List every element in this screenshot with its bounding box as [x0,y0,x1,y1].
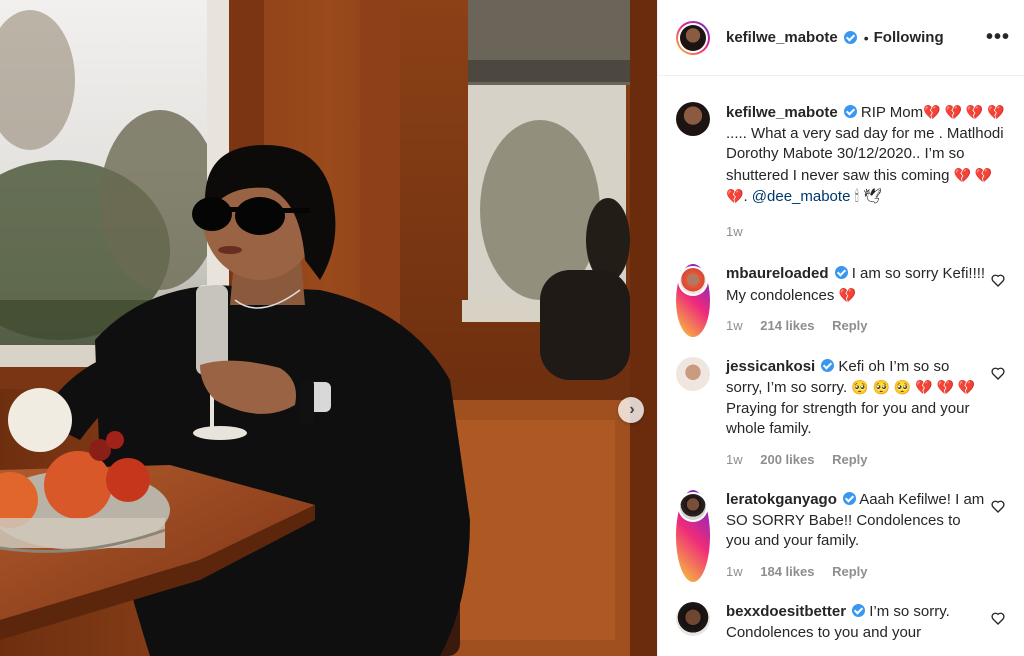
caption: kefilwe_mabote RIP Mom💔 💔 💔 💔 ..... What… [676,76,1006,242]
story-ring[interactable] [676,490,710,582]
more-options-icon[interactable]: ••• [986,26,1010,49]
like-heart-icon[interactable] [990,498,1006,514]
comment-likes[interactable]: 200 likes [760,452,814,467]
like-heart-icon[interactable] [990,272,1006,288]
caption-hearts-1: 💔 💔 💔 [923,104,984,120]
avatar [680,268,706,294]
comment-item: jessicankosi Kefi oh I’m so so sorry, I’… [676,356,1006,471]
story-ring[interactable] [676,264,710,337]
verified-badge-icon [843,31,857,44]
verified-badge-icon [852,604,866,617]
like-heart-icon[interactable] [990,365,1006,381]
comment-item: mbaureloaded I am so sorry Kefi!!!! My c… [676,264,1006,337]
verified-badge-icon [842,492,856,505]
comment-emoji: 💔 [838,286,856,303]
caption-text-3: . [743,188,752,205]
verified-badge-icon [843,105,857,118]
post-photo: › [0,0,657,656]
post-side-panel: kefilwe_mabote • Following ••• kefilwe_m… [657,0,1024,656]
avatar[interactable] [676,602,710,636]
post-image [0,0,657,656]
caption-emoji-end: 🕯 🕊 [854,188,883,205]
post-author-username[interactable]: kefilwe_mabote [726,29,838,46]
comment-time[interactable]: 1w [726,452,743,467]
like-heart-icon[interactable] [990,610,1006,626]
avatar [680,24,706,51]
comment-text-after: Praying for strength for you and your wh… [726,399,970,438]
comment-username[interactable]: bexxdoesitbetter [726,603,846,620]
comments-list: kefilwe_mabote RIP Mom💔 💔 💔 💔 ..... What… [658,76,1024,643]
avatar [680,494,706,520]
comment-emoji: 🥺 🥺 🥺 💔 💔 💔 [851,379,976,395]
comment-likes[interactable]: 184 likes [760,564,814,579]
caption-username[interactable]: kefilwe_mabote [726,104,838,121]
avatar[interactable] [676,102,710,136]
comment-time[interactable]: 1w [726,318,743,333]
caption-text-1: RIP Mom [856,104,924,121]
comment-item: bexxdoesitbetter I’m so sorry. Condolenc… [676,602,1006,643]
verified-badge-icon [834,266,848,279]
carousel-next-button[interactable]: › [618,397,644,423]
mention-link[interactable]: @dee_mabote [752,188,851,205]
caption-time[interactable]: 1w [726,224,743,239]
comment-item: leratokganyago Aaah Kefilwe! I am SO SOR… [676,490,1006,582]
post-header: kefilwe_mabote • Following ••• [658,0,1024,76]
following-button[interactable]: Following [874,29,944,46]
comment-username[interactable]: leratokganyago [726,491,837,508]
caption-hearts-line2: 💔 [987,104,1005,120]
comment-likes[interactable]: 214 likes [760,318,814,333]
reply-button[interactable]: Reply [832,564,867,579]
verified-badge-icon [821,358,835,372]
comment-time[interactable]: 1w [726,564,743,579]
separator-dot: • [863,29,869,46]
reply-button[interactable]: Reply [832,452,867,467]
comment-username[interactable]: jessicankosi [726,358,815,375]
avatar[interactable] [676,356,710,391]
reply-button[interactable]: Reply [832,318,867,333]
comment-username[interactable]: mbaureloaded [726,265,829,282]
story-ring[interactable] [676,20,710,55]
chevron-right-icon: › [629,401,635,418]
